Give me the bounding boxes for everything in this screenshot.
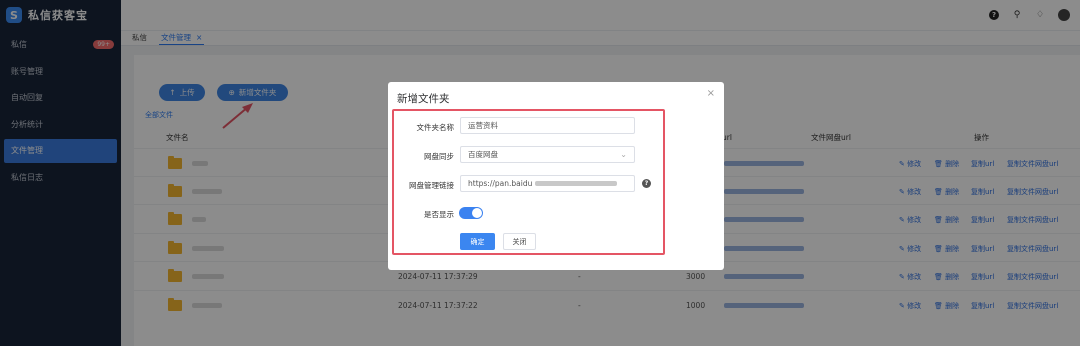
netdisk-link-label: 网盘管理链接 [409,181,454,190]
chevron-down-icon: ⌄ [620,150,627,159]
netdisk-sync-value: 百度网盘 [468,150,498,159]
confirm-button[interactable]: 确定 [460,233,495,250]
dialog-close-icon[interactable]: × [707,88,715,99]
netdisk-sync-label: 网盘同步 [424,152,454,161]
netdisk-sync-select[interactable]: 百度网盘 ⌄ [460,146,635,163]
netdisk-link-value: https://pan.baidu [468,179,533,188]
blurred-link [535,181,618,186]
help-icon[interactable]: ? [642,179,651,188]
new-folder-dialog: 新增文件夹 × 文件夹名称 运营资料 网盘同步 百度网盘 ⌄ 网盘管理链接 ht… [388,82,724,270]
highlight-box: 文件夹名称 运营资料 网盘同步 百度网盘 ⌄ 网盘管理链接 https://pa… [392,109,665,255]
folder-name-value: 运营资料 [468,121,498,130]
show-toggle[interactable] [459,207,483,219]
dialog-title: 新增文件夹 [397,93,450,105]
folder-name-input[interactable]: 运营资料 [460,117,635,134]
netdisk-link-input[interactable]: https://pan.baidu [460,175,635,192]
toggle-knob [472,208,482,218]
cancel-button[interactable]: 关闭 [503,233,536,250]
folder-name-label: 文件夹名称 [416,123,455,132]
show-label: 是否显示 [424,210,454,219]
